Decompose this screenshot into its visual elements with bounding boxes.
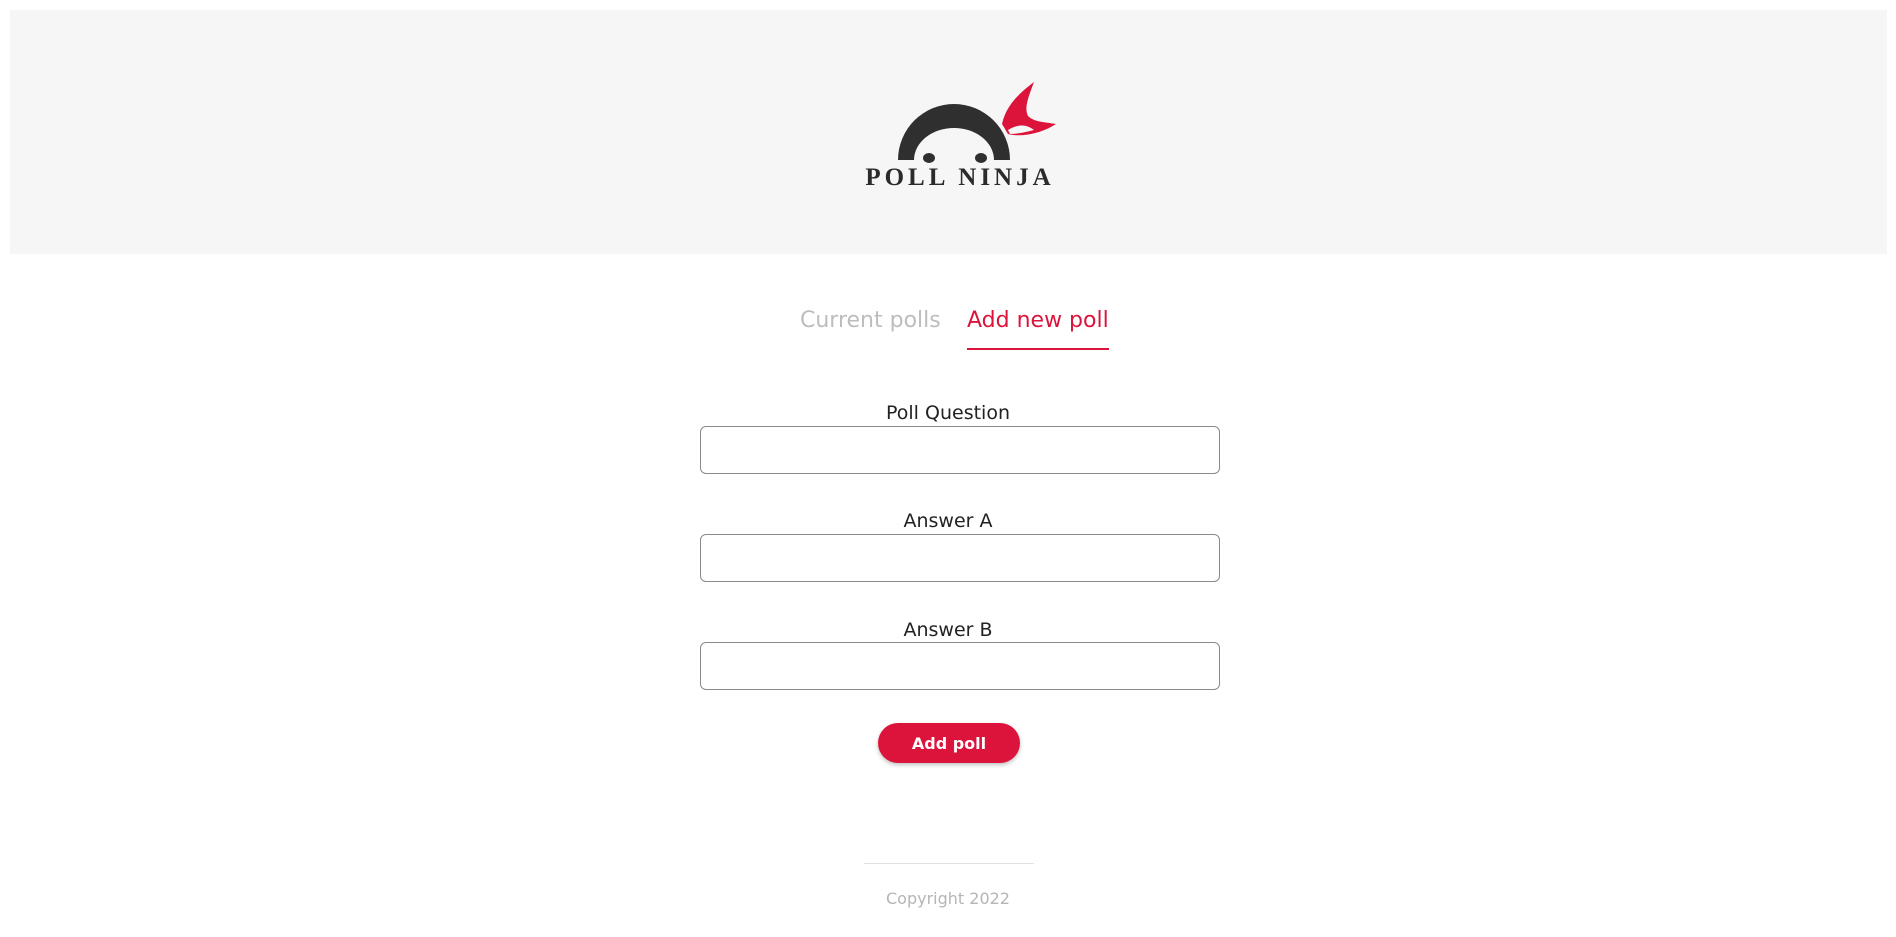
poll-question-input[interactable] bbox=[700, 426, 1220, 474]
brand-name: POLL NINJA bbox=[865, 164, 1055, 191]
tab-bar: Current polls Add new poll bbox=[0, 304, 1896, 350]
logo: POLL NINJA bbox=[858, 78, 1062, 198]
header-banner: POLL NINJA bbox=[10, 10, 1887, 254]
answer-b-input[interactable] bbox=[700, 642, 1220, 690]
tab-add-new-poll[interactable]: Add new poll bbox=[967, 304, 1109, 350]
ninja-head-icon bbox=[898, 82, 1056, 163]
answer-a-label: Answer A bbox=[903, 510, 993, 532]
tab-current-polls[interactable]: Current polls bbox=[800, 304, 941, 338]
answer-b-label: Answer B bbox=[903, 619, 993, 641]
answer-a-input[interactable] bbox=[700, 534, 1220, 582]
add-poll-button[interactable]: Add poll bbox=[878, 723, 1020, 763]
footer-divider bbox=[864, 863, 1034, 864]
copyright-text: Copyright 2022 bbox=[886, 889, 1010, 908]
poll-question-label: Poll Question bbox=[886, 402, 1010, 424]
